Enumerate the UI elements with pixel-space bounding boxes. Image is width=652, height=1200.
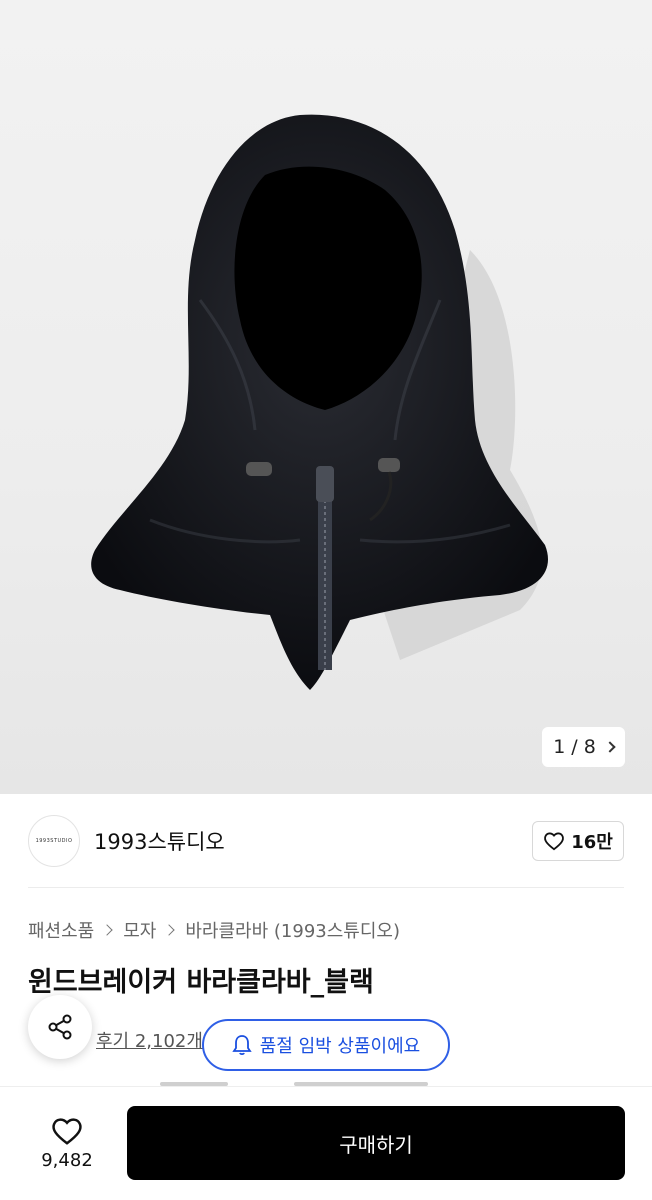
review-link[interactable]: 후기 2,102개 [96, 1027, 203, 1053]
toast-text: 품절 임박 상품이에요 [259, 1036, 421, 1057]
brand-like-count: 16만 [571, 832, 613, 853]
chevron-right-icon [163, 924, 176, 936]
brand-logo-text: 1993STUDIO [35, 838, 73, 844]
buy-button[interactable]: 구매하기 [127, 1106, 625, 1180]
pager-current: 1 [553, 736, 566, 758]
brand-name[interactable]: 1993스튜디오 [94, 826, 225, 856]
divider [28, 887, 624, 888]
pager-total: 8 [583, 736, 596, 758]
chevron-right-icon [101, 924, 113, 936]
wishlist-button[interactable]: 9,482 [28, 1108, 106, 1178]
heart-icon [52, 1117, 82, 1145]
product-title: 윈드브레이커 바라클라바_블랙 [28, 967, 374, 998]
share-button[interactable] [28, 995, 92, 1059]
breadcrumb-item-1[interactable]: 패션소품 [28, 917, 94, 943]
pager-separator: / [571, 736, 578, 758]
sold-out-soon-toast: 품절 임박 상품이에요 [202, 1019, 450, 1071]
product-page: 1 / 8 1993STUDIO 1993스튜디오 16만 패션소품 모자 바라… [0, 0, 652, 1200]
brand-row[interactable]: 1993STUDIO 1993스튜디오 16만 [28, 815, 624, 867]
breadcrumb-item-2[interactable]: 모자 [123, 917, 156, 943]
product-image [91, 114, 548, 691]
chevron-right-icon [604, 741, 616, 753]
bell-icon [232, 1035, 252, 1056]
breadcrumb: 패션소품 모자 바라클라바 (1993스튜디오) [28, 917, 400, 943]
product-image-carousel[interactable]: 1 / 8 [0, 0, 652, 794]
brand-logo[interactable]: 1993STUDIO [28, 815, 80, 867]
brand-like-button[interactable]: 16만 [532, 821, 624, 861]
breadcrumb-item-3[interactable]: 바라클라바 (1993스튜디오) [185, 917, 400, 943]
heart-icon [544, 832, 565, 851]
share-icon [48, 1014, 72, 1040]
image-pager[interactable]: 1 / 8 [542, 727, 625, 767]
wishlist-count: 9,482 [41, 1149, 93, 1171]
